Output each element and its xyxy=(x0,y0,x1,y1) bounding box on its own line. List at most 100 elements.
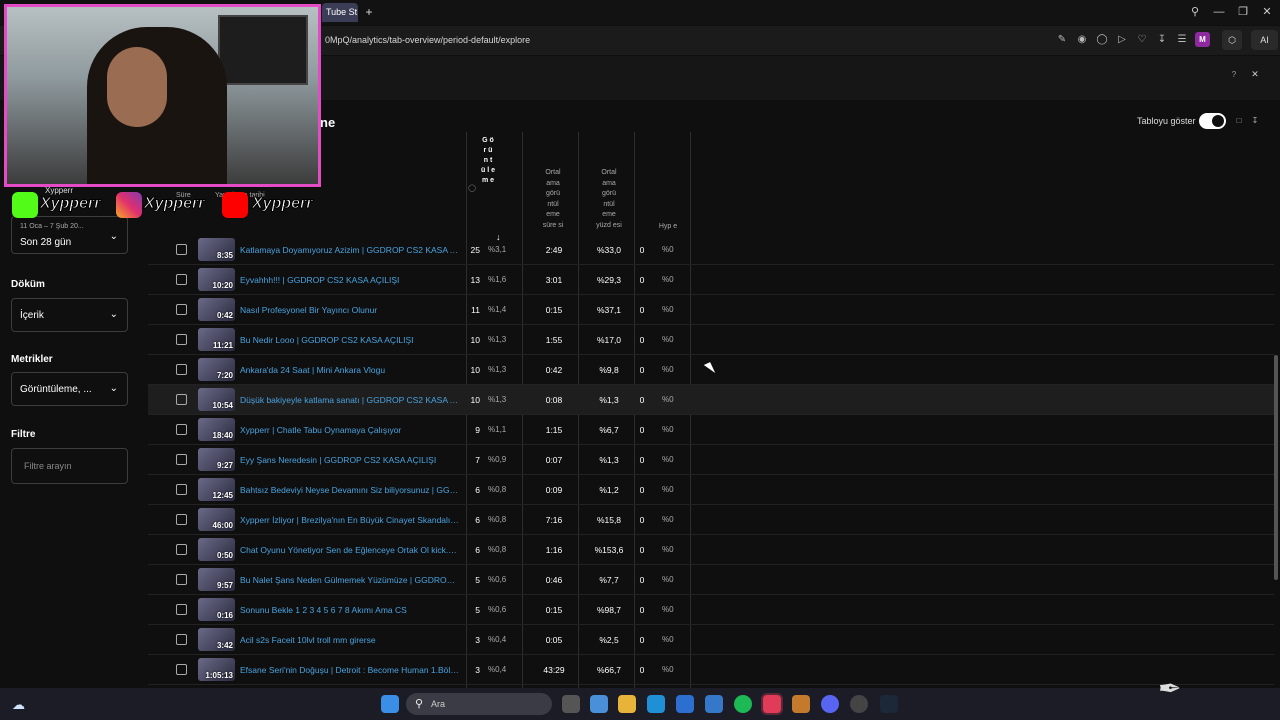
row-checkbox[interactable] xyxy=(176,454,187,465)
row-checkbox[interactable] xyxy=(176,274,187,285)
col-avg-duration[interactable]: Ortal ama görü ntül eme süre si xyxy=(540,168,566,231)
profile-avatar[interactable]: M xyxy=(1195,32,1210,47)
help-icon[interactable]: ? xyxy=(1229,70,1239,80)
video-thumbnail[interactable]: 0:50 xyxy=(198,538,235,561)
table-row[interactable]: 10:20 Eyvahhh!!! | GGDROP CS2 KASA AÇILIŞ… xyxy=(148,265,1274,295)
taskbar-search[interactable]: ⚲ Ara xyxy=(406,693,552,715)
obs-icon[interactable] xyxy=(850,695,868,713)
discord-icon[interactable] xyxy=(821,695,839,713)
minimize-button[interactable]: — xyxy=(1211,5,1227,19)
square-icon[interactable]: □ xyxy=(1234,116,1244,126)
row-checkbox[interactable] xyxy=(176,634,187,645)
video-thumbnail[interactable]: 9:57 xyxy=(198,568,235,591)
video-title-link[interactable]: Bu Nedir Looo | GGDROP CS2 KASA AÇILIŞI xyxy=(240,335,460,345)
video-thumbnail[interactable]: 1:05:13 xyxy=(198,658,235,681)
start-icon[interactable] xyxy=(381,695,399,713)
table-row[interactable]: 12:45 Bahtsız Bedeviyi Neyse Devamını Siz… xyxy=(148,475,1274,505)
row-checkbox[interactable] xyxy=(176,364,187,375)
video-thumbnail[interactable]: 10:20 xyxy=(198,268,235,291)
app-icon[interactable] xyxy=(792,695,810,713)
table-row[interactable]: 1:05:13 Efsane Seri'nin Doğuşu | Detroit … xyxy=(148,655,1274,685)
browser-tab[interactable]: Tube St xyxy=(322,3,358,22)
url-text[interactable]: 0MpQ/analytics/tab-overview/period-defau… xyxy=(325,35,530,45)
video-thumbnail[interactable]: 3:42 xyxy=(198,628,235,651)
video-title-link[interactable]: Nasıl Profesyonel Bir Yayıncı Olunur xyxy=(240,305,460,315)
col-views[interactable]: G ö r ü n t ü l e m e xyxy=(481,136,495,186)
video-thumbnail[interactable]: 7:20 xyxy=(198,358,235,381)
row-checkbox[interactable] xyxy=(176,664,187,675)
video-title-link[interactable]: Bu Nalet Şans Neden Gülmemek Yüzümüze | … xyxy=(240,575,460,585)
widgets-icon[interactable] xyxy=(590,695,608,713)
steam-icon[interactable] xyxy=(880,695,898,713)
video-thumbnail[interactable]: 8:35 xyxy=(198,238,235,261)
table-row[interactable]: 3:42 Acil s2s Faceit 10lvl troll mm girer… xyxy=(148,625,1274,655)
table-scrollbar[interactable] xyxy=(1274,355,1278,580)
video-title-link[interactable]: Xypperr İzliyor | Brezilya'nın En Büyük … xyxy=(240,515,460,525)
video-thumbnail[interactable]: 18:40 xyxy=(198,418,235,441)
table-row[interactable]: 9:57 Bu Nalet Şans Neden Gülmemek Yüzümüz… xyxy=(148,565,1274,595)
row-checkbox[interactable] xyxy=(176,244,187,255)
row-checkbox[interactable] xyxy=(176,544,187,555)
video-title-link[interactable]: Eyvahhh!!! | GGDROP CS2 KASA AÇILIŞI xyxy=(240,275,460,285)
opera-icon[interactable] xyxy=(763,695,781,713)
search-tabs-icon[interactable]: ⚲ xyxy=(1187,5,1203,19)
breakdown-dropdown[interactable]: İçerik ⌄ xyxy=(11,298,128,332)
table-row[interactable]: 0:42 Nasıl Profesyonel Bir Yayıncı Olunur… xyxy=(148,295,1274,325)
close-window-button[interactable]: ✕ xyxy=(1259,5,1275,19)
table-row[interactable]: 11:21 Bu Nedir Looo | GGDROP CS2 KASA AÇI… xyxy=(148,325,1274,355)
close-panel-icon[interactable]: ✕ xyxy=(1250,69,1260,79)
video-thumbnail[interactable]: 11:21 xyxy=(198,328,235,351)
video-thumbnail[interactable]: 10:54 xyxy=(198,388,235,411)
video-title-link[interactable]: Ankara'da 24 Saat | Mini Ankara Vlogu xyxy=(240,365,460,375)
row-checkbox[interactable] xyxy=(176,604,187,615)
row-checkbox[interactable] xyxy=(176,304,187,315)
extension-icon[interactable]: ⬡ xyxy=(1222,30,1242,50)
table-row[interactable]: 9:27 Eyy Şans Neredesin | GGDROP CS2 KASA… xyxy=(148,445,1274,475)
restore-button[interactable]: ❐ xyxy=(1235,5,1251,19)
filter-input[interactable]: Filtre arayın xyxy=(11,448,128,484)
table-row[interactable]: 8:35 Katlamaya Doyamıyoruz Azizim | GGDRO… xyxy=(148,235,1274,265)
video-title-link[interactable]: Katlamaya Doyamıyoruz Azizim | GGDROP CS… xyxy=(240,245,460,255)
video-title-link[interactable]: Eyy Şans Neredesin | GGDROP CS2 KASA AÇI… xyxy=(240,455,460,465)
metrics-dropdown[interactable]: Görüntüleme, ... ⌄ xyxy=(11,372,128,406)
video-title-link[interactable]: Efsane Seri'nin Doğuşu | Detroit : Becom… xyxy=(240,665,460,675)
info-icon[interactable]: ◯ xyxy=(468,184,476,195)
file-explorer-icon[interactable] xyxy=(618,695,636,713)
menu-icon[interactable]: ☰ xyxy=(1175,33,1189,47)
table-row[interactable]: 0:16 Sonunu Bekle 1 2 3 4 5 6 7 8 Akımı A… xyxy=(148,595,1274,625)
video-title-link[interactable]: Xypperr | Chatle Tabu Oynamaya Çalışıyor xyxy=(240,425,460,435)
play-icon[interactable]: ▷ xyxy=(1115,33,1129,47)
row-checkbox[interactable] xyxy=(176,484,187,495)
show-table-toggle[interactable] xyxy=(1199,113,1226,129)
col-hype[interactable]: Hyp e xyxy=(656,222,680,233)
table-row[interactable]: 46:00 Xypperr İzliyor | Brezilya'nın En B… xyxy=(148,505,1274,535)
row-checkbox[interactable] xyxy=(176,394,187,405)
video-thumbnail[interactable]: 12:45 xyxy=(198,478,235,501)
video-title-link[interactable]: Acil s2s Faceit 10lvl troll mm girerse xyxy=(240,635,460,645)
video-title-link[interactable]: Bahtsız Bedeviyi Neyse Devamını Siz bili… xyxy=(240,485,460,495)
shield-icon[interactable]: ◯ xyxy=(1095,33,1109,47)
table-row[interactable]: 0:50 Chat Oyunu Yönetiyor Sen de Eğlencey… xyxy=(148,535,1274,565)
ai-button[interactable]: AI xyxy=(1251,30,1278,50)
video-thumbnail[interactable]: 9:27 xyxy=(198,448,235,471)
edit-icon[interactable]: ✎ xyxy=(1055,33,1069,47)
row-checkbox[interactable] xyxy=(176,514,187,525)
table-row[interactable]: 18:40 Xypperr | Chatle Tabu Oynamaya Çalı… xyxy=(148,415,1274,445)
row-checkbox[interactable] xyxy=(176,334,187,345)
row-checkbox[interactable] xyxy=(176,574,187,585)
download-table-icon[interactable]: ↧ xyxy=(1250,116,1260,126)
video-thumbnail[interactable]: 0:16 xyxy=(198,598,235,621)
new-tab-button[interactable]: + xyxy=(362,5,376,19)
video-title-link[interactable]: Chat Oyunu Yönetiyor Sen de Eğlenceye Or… xyxy=(240,545,460,555)
table-row[interactable]: 10:54 Düşük bakiyeyle katlama sanatı | GG… xyxy=(148,385,1274,415)
video-thumbnail[interactable]: 46:00 xyxy=(198,508,235,531)
weather-icon[interactable]: ☁ xyxy=(12,697,25,713)
spotify-icon[interactable] xyxy=(734,695,752,713)
row-checkbox[interactable] xyxy=(176,424,187,435)
camera-icon[interactable]: ◉ xyxy=(1075,33,1089,47)
video-thumbnail[interactable]: 0:42 xyxy=(198,298,235,321)
video-title-link[interactable]: Sonunu Bekle 1 2 3 4 5 6 7 8 Akımı Ama C… xyxy=(240,605,460,615)
download-icon[interactable]: ↧ xyxy=(1155,33,1169,47)
video-title-link[interactable]: Düşük bakiyeyle katlama sanatı | GGDROP … xyxy=(240,395,460,405)
col-avg-percent[interactable]: Ortal ama görü ntül eme yüzd esi xyxy=(596,168,622,231)
